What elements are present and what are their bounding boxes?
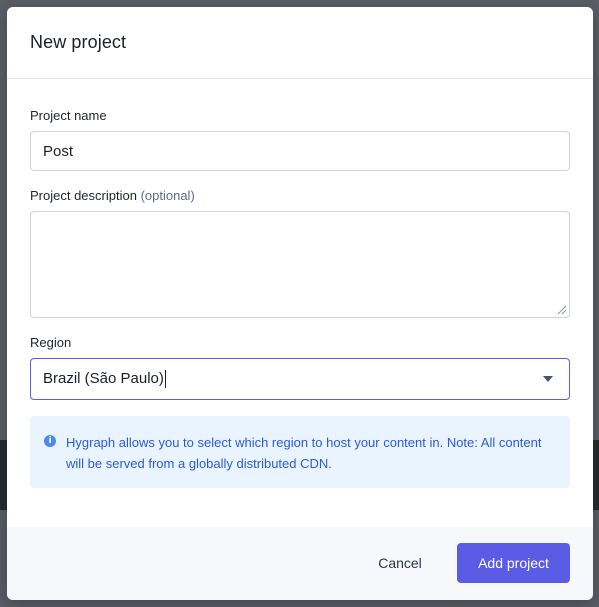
- project-description-label: Project description (optional): [30, 188, 195, 203]
- optional-tag: (optional): [140, 188, 195, 203]
- region-label: Region: [30, 335, 72, 350]
- chevron-down-icon: [543, 376, 553, 382]
- region-info-text: Hygraph allows you to select which regio…: [66, 435, 542, 471]
- resize-handle-icon[interactable]: [555, 303, 567, 315]
- region-select-value: Brazil (São Paulo): [43, 369, 164, 387]
- region-info-box: i Hygraph allows you to select which reg…: [30, 416, 570, 488]
- add-project-button[interactable]: Add project: [457, 543, 570, 583]
- text-caret: [164, 370, 166, 389]
- region-select[interactable]: Brazil (São Paulo): [30, 358, 570, 400]
- backdrop-panel-right: [593, 440, 599, 510]
- new-project-modal: New project Project name Post Project de…: [7, 7, 593, 600]
- backdrop-panel-left: [0, 440, 7, 510]
- info-icon: i: [44, 435, 56, 447]
- region-select-value-wrap: Brazil (São Paulo): [43, 369, 166, 389]
- modal-title: New project: [30, 32, 127, 52]
- project-name-label: Project name: [30, 108, 107, 123]
- project-name-value: Post: [43, 142, 74, 160]
- project-description-textarea[interactable]: [30, 211, 570, 318]
- project-name-input[interactable]: Post: [30, 131, 570, 171]
- modal-footer: Cancel Add project: [7, 527, 593, 600]
- project-description-label-text: Project description: [30, 188, 137, 203]
- cancel-button[interactable]: Cancel: [364, 543, 436, 583]
- modal-header: New project: [7, 7, 593, 79]
